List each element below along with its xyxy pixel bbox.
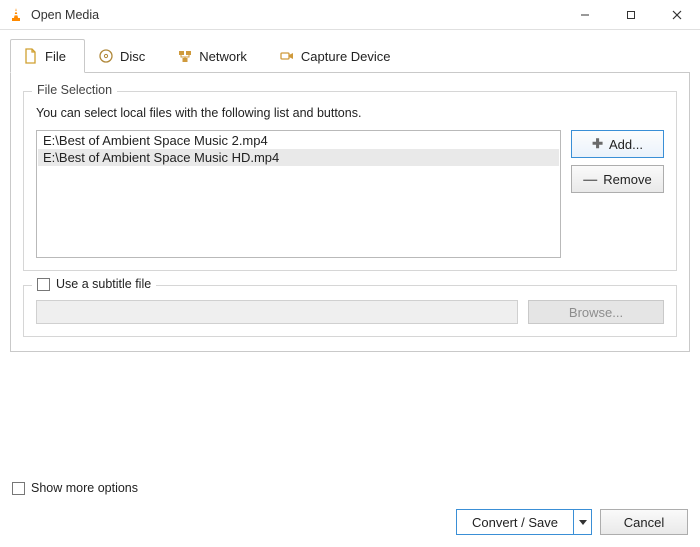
chevron-down-icon	[579, 520, 587, 525]
title-bar: Open Media	[0, 0, 700, 30]
cancel-button-label: Cancel	[624, 515, 664, 530]
dropdown-button[interactable]	[573, 510, 591, 534]
file-selection-hint: You can select local files with the foll…	[36, 106, 664, 120]
file-selection-group: File Selection You can select local file…	[23, 91, 677, 271]
capture-icon	[279, 48, 295, 64]
tab-disc[interactable]: Disc	[85, 39, 164, 73]
tab-disc-label: Disc	[120, 49, 145, 64]
tab-network-label: Network	[199, 49, 247, 64]
minus-icon: —	[583, 171, 597, 187]
checkbox-icon[interactable]	[12, 482, 25, 495]
cancel-button[interactable]: Cancel	[600, 509, 688, 535]
maximize-button[interactable]	[608, 0, 654, 29]
tab-file-label: File	[45, 49, 66, 64]
remove-button-label: Remove	[603, 172, 651, 187]
list-item[interactable]: E:\Best of Ambient Space Music 2.mp4	[38, 132, 559, 149]
disc-icon	[98, 48, 114, 64]
browse-button: Browse...	[528, 300, 664, 324]
tab-bar: File Disc Network Capture Device	[10, 38, 690, 73]
plus-icon: ✚	[592, 136, 603, 152]
tab-panel: File Selection You can select local file…	[10, 73, 690, 352]
vlc-cone-icon	[8, 7, 24, 23]
show-more-options[interactable]: Show more options	[12, 481, 688, 495]
window-controls	[562, 0, 700, 29]
subtitle-group: Use a subtitle file Browse...	[23, 285, 677, 337]
tab-file[interactable]: File	[10, 39, 85, 73]
tab-capture-label: Capture Device	[301, 49, 391, 64]
checkbox-icon[interactable]	[37, 278, 50, 291]
add-button-label: Add...	[609, 137, 643, 152]
minimize-button[interactable]	[562, 0, 608, 29]
convert-save-label: Convert / Save	[457, 510, 573, 534]
file-icon	[23, 48, 39, 64]
subtitle-toggle-label: Use a subtitle file	[56, 277, 151, 291]
window-title: Open Media	[31, 8, 562, 22]
remove-button[interactable]: — Remove	[571, 165, 664, 193]
list-item[interactable]: E:\Best of Ambient Space Music HD.mp4	[38, 149, 559, 166]
file-list[interactable]: E:\Best of Ambient Space Music 2.mp4 E:\…	[36, 130, 561, 258]
add-button[interactable]: ✚ Add...	[571, 130, 664, 158]
convert-save-button[interactable]: Convert / Save	[456, 509, 592, 535]
tab-network[interactable]: Network	[164, 39, 266, 73]
file-selection-title: File Selection	[32, 83, 117, 97]
tab-capture[interactable]: Capture Device	[266, 39, 410, 73]
subtitle-toggle[interactable]: Use a subtitle file	[32, 277, 156, 291]
close-button[interactable]	[654, 0, 700, 29]
subtitle-path-input	[36, 300, 518, 324]
network-icon	[177, 48, 193, 64]
show-more-options-label: Show more options	[31, 481, 138, 495]
browse-button-label: Browse...	[569, 305, 623, 320]
